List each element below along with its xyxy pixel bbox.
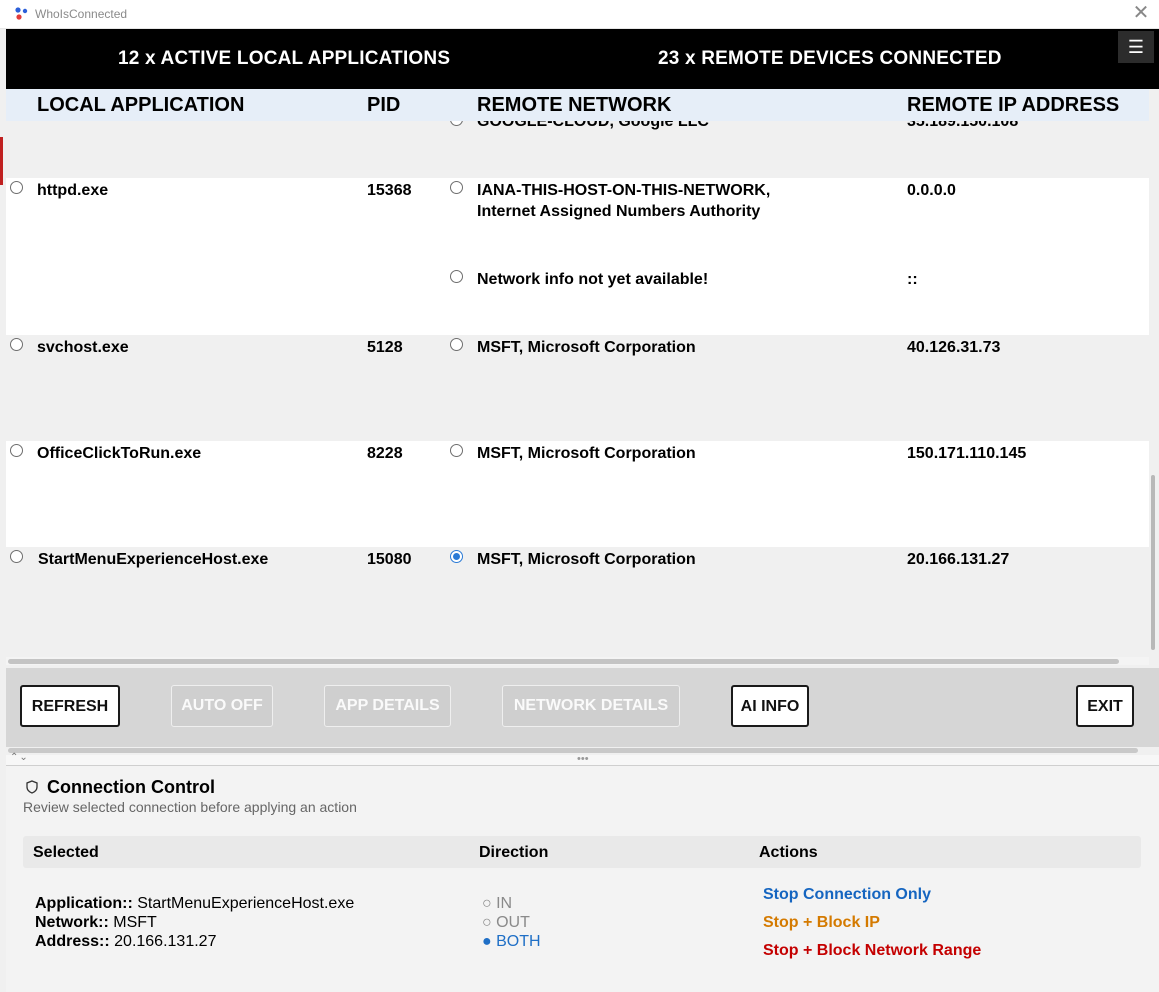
stop-block-range-action[interactable]: Stop + Block Network Range: [763, 942, 981, 960]
table-header: LOCAL APPLICATION PID REMOTE NETWORK REM…: [6, 89, 1149, 121]
column-header-pid: PID: [367, 94, 401, 116]
network-radio[interactable]: [450, 444, 463, 457]
action-toolbar: REFRESH AUTO OFF APP DETAILS NETWORK DET…: [6, 668, 1159, 747]
panel-title: Connection Control: [47, 777, 215, 797]
pid-value: 15080: [367, 551, 412, 568]
table-row[interactable]: svchost.exe 5128 MSFT, Microsoft Corpora…: [6, 335, 1149, 441]
network-radio[interactable]: [450, 338, 463, 351]
network-radio[interactable]: [450, 181, 463, 194]
network-value: MSFT: [113, 914, 157, 931]
splitter-grip-icon[interactable]: •••: [577, 753, 589, 765]
window-title: WhoIsConnected: [35, 7, 128, 21]
app-details-button[interactable]: APP DETAILS: [324, 685, 451, 727]
hamburger-menu-icon[interactable]: ☰: [1118, 31, 1154, 63]
selected-application: Application:: StartMenuExperienceHost.ex…: [35, 895, 354, 913]
app-radio[interactable]: [10, 550, 23, 563]
app-name: StartMenuExperienceHost.exe: [38, 551, 269, 568]
network-label: Network::: [35, 914, 109, 931]
active-apps-count: 12 x ACTIVE LOCAL APPLICATIONS: [118, 48, 451, 69]
direction-out-option[interactable]: ○ OUT: [482, 914, 530, 932]
app-radio[interactable]: [10, 338, 23, 351]
selected-address: Address:: 20.166.131.27: [35, 933, 216, 951]
pid-value: 15368: [367, 182, 412, 199]
table-row[interactable]: OfficeClickToRun.exe 8228 MSFT, Microsof…: [6, 441, 1149, 547]
application-label: Application::: [35, 895, 133, 912]
column-header-app: LOCAL APPLICATION: [37, 94, 245, 116]
app-name: httpd.exe: [37, 182, 109, 199]
close-icon[interactable]: ✕: [1129, 2, 1153, 26]
table-row[interactable]: StartMenuExperienceHost.exe 15080 MSFT, …: [6, 547, 1149, 657]
direction-header: Direction: [479, 844, 549, 861]
ai-info-button[interactable]: AI INFO: [731, 685, 809, 727]
app-radio[interactable]: [10, 181, 23, 194]
network-name: MSFT, Microsoft Corporation: [477, 339, 696, 356]
network-name: Network info not yet available!: [477, 271, 709, 288]
app-name: OfficeClickToRun.exe: [37, 445, 202, 462]
table-row[interactable]: httpd.exe 15368 IANA-THIS-HOST-ON-THIS-N…: [6, 178, 1149, 335]
auto-off-button[interactable]: AUTO OFF: [171, 685, 273, 727]
network-name-line2: Internet Assigned Numbers Authority: [477, 203, 761, 220]
direction-both-option[interactable]: ● BOTH: [482, 933, 541, 951]
remote-devices-count: 23 x REMOTE DEVICES CONNECTED: [658, 48, 1002, 69]
panel-subtitle: Review selected connection before applyi…: [23, 799, 357, 815]
network-name: IANA-THIS-HOST-ON-THIS-NETWORK,: [477, 182, 771, 199]
app-radio[interactable]: [10, 444, 23, 457]
shield-icon: [26, 780, 38, 794]
remote-ip: 40.126.31.73: [907, 339, 1001, 356]
address-label: Address::: [35, 933, 110, 950]
remote-ip: 0.0.0.0: [907, 182, 956, 199]
pid-value: 8228: [367, 445, 403, 462]
summary-banner: 12 x ACTIVE LOCAL APPLICATIONS 23 x REMO…: [6, 29, 1159, 89]
network-details-button[interactable]: NETWORK DETAILS: [502, 685, 680, 727]
exit-button[interactable]: EXIT: [1076, 685, 1134, 727]
app-logo-icon: [15, 7, 28, 20]
connections-table: LOCAL APPLICATION PID REMOTE NETWORK REM…: [6, 89, 1149, 657]
remote-ip: 150.171.110.145: [907, 445, 1027, 462]
address-value: 20.166.131.27: [114, 933, 217, 950]
column-header-ip: REMOTE IP ADDRESS: [907, 94, 1120, 116]
stop-block-ip-action[interactable]: Stop + Block IP: [763, 914, 880, 932]
actions-header: Actions: [759, 844, 818, 861]
direction-in-option[interactable]: ○ IN: [482, 895, 512, 913]
connection-control-panel: Connection Control Review selected conne…: [6, 766, 1159, 992]
network-name: MSFT, Microsoft Corporation: [477, 551, 696, 568]
app-name: svchost.exe: [37, 339, 129, 356]
network-radio[interactable]: [450, 270, 463, 283]
selected-header: Selected: [33, 844, 99, 861]
application-value: StartMenuExperienceHost.exe: [137, 895, 355, 912]
refresh-button[interactable]: REFRESH: [20, 685, 120, 727]
title-bar: WhoIsConnected ✕: [0, 0, 1159, 29]
selected-network: Network:: MSFT: [35, 914, 157, 932]
column-header-network: REMOTE NETWORK: [477, 94, 672, 116]
pid-value: 5128: [367, 339, 403, 356]
stop-connection-action[interactable]: Stop Connection Only: [763, 886, 931, 904]
network-name: MSFT, Microsoft Corporation: [477, 445, 696, 462]
remote-ip: ::: [907, 271, 918, 288]
toolbar-scrollbar[interactable]: [8, 748, 1138, 753]
vertical-scrollbar[interactable]: [1151, 475, 1155, 650]
panel-header-row: Selected Direction Actions: [23, 836, 1141, 868]
background-window-edge: [0, 137, 3, 185]
remote-ip: 20.166.131.27: [907, 551, 1010, 568]
network-radio-selected[interactable]: [450, 550, 463, 563]
collapse-arrows-icon[interactable]: ⌃⌄: [10, 752, 29, 763]
horizontal-scrollbar[interactable]: [8, 659, 1119, 664]
